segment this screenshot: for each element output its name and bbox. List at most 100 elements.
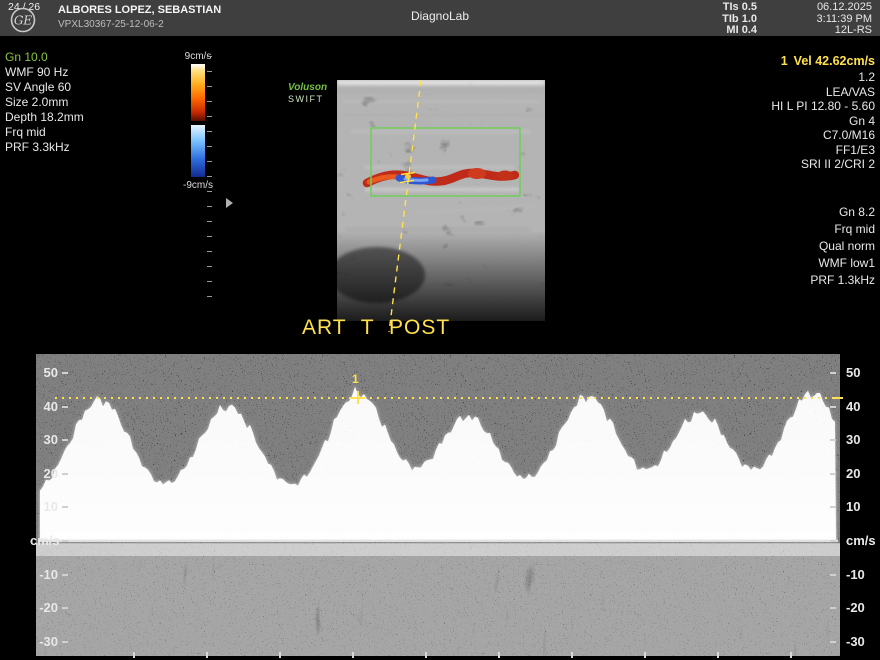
param-map: C7.0/M16 <box>650 128 875 143</box>
baseline-band-noise <box>36 543 840 556</box>
date: 06.12.2025 <box>760 2 872 14</box>
velocity-axis-tick <box>62 406 68 408</box>
color-scale-min: -9cm/s <box>176 180 220 191</box>
color-scale-max: 9cm/s <box>176 51 220 62</box>
param-gn2d: Gn 4 <box>650 114 875 129</box>
ultrasound-screen: 24 / 26 GE ALBORES LOPEZ, SEBASTIAN VPXL… <box>0 0 880 660</box>
velocity-axis-tick <box>62 607 68 609</box>
axis-label-right-n30: -30 <box>846 634 880 650</box>
axis-label-left-10: 10 <box>30 499 58 515</box>
velocity-axis-tick <box>830 574 836 576</box>
depth-tick <box>207 206 212 207</box>
focus-marker-icon[interactable] <box>226 198 233 208</box>
velocity-axis-tick <box>62 540 68 542</box>
depth-tick <box>207 296 212 297</box>
param-sv-angle: SV Angle 60 <box>5 80 84 95</box>
baseline[interactable] <box>38 540 838 542</box>
mi: MI 0.4 <box>620 25 757 37</box>
depth-tick <box>207 281 212 282</box>
velocity-axis-tick <box>62 641 68 643</box>
velocity-axis-tick <box>62 439 68 441</box>
depth-tick <box>207 71 212 72</box>
axis-label-right-40: 40 <box>846 399 880 415</box>
topbar: 24 / 26 GE ALBORES LOPEZ, SEBASTIAN VPXL… <box>0 0 880 36</box>
velocity-measure-endmark <box>834 397 843 399</box>
axis-label-left-n30: -30 <box>30 634 58 650</box>
color-scale-negative <box>191 125 205 177</box>
depth-tick <box>207 146 212 147</box>
sample-gate-upper[interactable] <box>401 173 415 175</box>
depth-tick <box>207 101 212 102</box>
param-size: Size 2.0mm <box>5 95 84 110</box>
axis-label-right-unit: cm/s <box>846 533 880 549</box>
velocity-axis-tick <box>830 641 836 643</box>
beam-line[interactable] <box>389 80 421 332</box>
param-gain: Gn 10.0 <box>5 50 84 65</box>
axis-label-right-20: 20 <box>846 466 880 482</box>
right-parameter-list-top: 1.2 LEA/VAS HI L PI 12.80 - 5.60 Gn 4 C7… <box>650 70 875 172</box>
depth-tick <box>207 191 212 192</box>
velocity-axis-tick <box>62 473 68 475</box>
velocity-axis-tick <box>830 372 836 374</box>
param-depth: Depth 18.2mm <box>5 110 84 125</box>
param-prf: PRF 3.3kHz <box>5 140 84 155</box>
caliper-cursor-vbar <box>357 391 359 404</box>
velocity-axis-tick <box>830 607 836 609</box>
depth-tick <box>207 251 212 252</box>
axis-label-left-30: 30 <box>30 432 58 448</box>
thermal-indices: TIs 0.5 TIb 1.0 MI 0.4 <box>620 2 757 37</box>
param-r1: 1.2 <box>650 70 875 85</box>
param-ff: FF1/E3 <box>650 143 875 158</box>
annotation-text[interactable]: ART T POST <box>302 316 450 340</box>
depth-tick <box>207 176 212 177</box>
measurement-index: 1 <box>781 54 788 68</box>
measurement-value: Vel 42.62cm/s <box>794 54 875 68</box>
time-tick <box>206 652 208 658</box>
axis-label-left-40: 40 <box>30 399 58 415</box>
depth-tick <box>207 131 212 132</box>
param-d-wmf: WMF low1 <box>650 255 875 272</box>
system-brand: Voluson SWIFT <box>288 82 327 104</box>
time-tick <box>790 652 792 658</box>
depth-tick <box>207 221 212 222</box>
axis-label-left-20: 20 <box>30 466 58 482</box>
color-scale-positive <box>191 64 205 121</box>
left-parameter-list: Gn 10.0 WMF 90 Hz SV Angle 60 Size 2.0mm… <box>5 50 84 155</box>
time-tick <box>498 652 500 658</box>
velocity-axis-tick <box>62 372 68 374</box>
time-tick <box>279 652 281 658</box>
color-scale-bar: 9cm/s -9cm/s <box>176 51 220 191</box>
depth-tick <box>207 161 212 162</box>
brand-line2: SWIFT <box>288 94 327 104</box>
depth-tick <box>207 86 212 87</box>
param-preset: LEA/VAS <box>650 85 875 100</box>
time-tick <box>133 652 135 658</box>
axis-label-left-n20: -20 <box>30 600 58 616</box>
axis-label-right-50: 50 <box>846 365 880 381</box>
time-tick <box>571 652 573 658</box>
velocity-measure-line[interactable] <box>55 397 835 399</box>
depth-ruler <box>207 56 213 308</box>
param-d-prf: PRF 1.3kHz <box>650 272 875 289</box>
velocity-axis-tick <box>830 406 836 408</box>
param-d-qual: Qual norm <box>650 238 875 255</box>
caliper-cursor[interactable] <box>351 391 365 405</box>
axis-label-right-10: 10 <box>846 499 880 515</box>
axis-label-right-n20: -20 <box>846 600 880 616</box>
time-axis-ticks <box>0 652 880 660</box>
datetime-block: 06.12.2025 3:11:39 PM 12L-RS <box>760 2 872 37</box>
depth-tick <box>207 236 212 237</box>
right-parameter-list-bottom: Gn 8.2 Frq mid Qual norm WMF low1 PRF 1.… <box>650 204 875 289</box>
param-wmf: WMF 90 Hz <box>5 65 84 80</box>
velocity-readout: 1 Vel 42.62cm/s <box>650 54 875 68</box>
brand-line1: Voluson <box>288 82 327 93</box>
axis-label-left-n10: -10 <box>30 567 58 583</box>
sample-gate-lower[interactable] <box>400 181 414 183</box>
axis-label-right-30: 30 <box>846 432 880 448</box>
doppler-beam-overlay <box>330 78 450 340</box>
axis-label-left-unit: cm/s <box>30 533 58 549</box>
velocity-axis-tick <box>62 506 68 508</box>
axis-label-left-50: 50 <box>30 365 58 381</box>
color-scale-gradient <box>191 64 205 177</box>
velocity-axis-tick <box>830 439 836 441</box>
